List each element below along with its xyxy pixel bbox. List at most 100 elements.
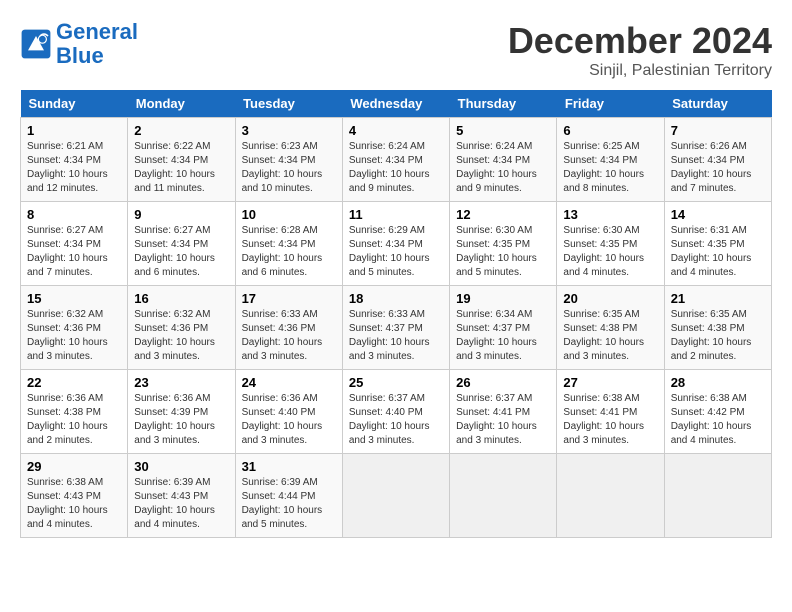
day-number: 3: [242, 123, 336, 138]
logo: General Blue: [20, 20, 138, 68]
calendar-cell: 13 Sunrise: 6:30 AMSunset: 4:35 PMDaylig…: [557, 202, 664, 286]
day-header-tuesday: Tuesday: [235, 90, 342, 118]
day-header-friday: Friday: [557, 90, 664, 118]
day-number: 26: [456, 375, 550, 390]
calendar-cell: 6 Sunrise: 6:25 AMSunset: 4:34 PMDayligh…: [557, 118, 664, 202]
calendar-cell: [342, 454, 449, 538]
calendar-cell: 22 Sunrise: 6:36 AMSunset: 4:38 PMDaylig…: [21, 370, 128, 454]
day-detail: Sunrise: 6:39 AMSunset: 4:43 PMDaylight:…: [134, 477, 215, 530]
day-number: 13: [563, 207, 657, 222]
day-number: 12: [456, 207, 550, 222]
day-number: 18: [349, 291, 443, 306]
day-detail: Sunrise: 6:37 AMSunset: 4:40 PMDaylight:…: [349, 393, 430, 446]
calendar-week-5: 29 Sunrise: 6:38 AMSunset: 4:43 PMDaylig…: [21, 454, 772, 538]
calendar-cell: 30 Sunrise: 6:39 AMSunset: 4:43 PMDaylig…: [128, 454, 235, 538]
day-detail: Sunrise: 6:28 AMSunset: 4:34 PMDaylight:…: [242, 225, 323, 278]
calendar-table: SundayMondayTuesdayWednesdayThursdayFrid…: [20, 90, 772, 538]
day-detail: Sunrise: 6:29 AMSunset: 4:34 PMDaylight:…: [349, 225, 430, 278]
logo-text: General Blue: [56, 20, 138, 68]
day-number: 22: [27, 375, 121, 390]
calendar-cell: 12 Sunrise: 6:30 AMSunset: 4:35 PMDaylig…: [450, 202, 557, 286]
day-detail: Sunrise: 6:35 AMSunset: 4:38 PMDaylight:…: [563, 309, 644, 362]
day-number: 25: [349, 375, 443, 390]
calendar-cell: 9 Sunrise: 6:27 AMSunset: 4:34 PMDayligh…: [128, 202, 235, 286]
day-number: 17: [242, 291, 336, 306]
calendar-cell: [557, 454, 664, 538]
day-detail: Sunrise: 6:33 AMSunset: 4:37 PMDaylight:…: [349, 309, 430, 362]
day-detail: Sunrise: 6:32 AMSunset: 4:36 PMDaylight:…: [134, 309, 215, 362]
page-header: General Blue December 2024 Sinjil, Pales…: [20, 20, 772, 80]
location-subtitle: Sinjil, Palestinian Territory: [508, 62, 772, 80]
calendar-week-2: 8 Sunrise: 6:27 AMSunset: 4:34 PMDayligh…: [21, 202, 772, 286]
calendar-cell: [450, 454, 557, 538]
day-detail: Sunrise: 6:38 AMSunset: 4:41 PMDaylight:…: [563, 393, 644, 446]
day-detail: Sunrise: 6:36 AMSunset: 4:39 PMDaylight:…: [134, 393, 215, 446]
day-detail: Sunrise: 6:38 AMSunset: 4:43 PMDaylight:…: [27, 477, 108, 530]
calendar-cell: 14 Sunrise: 6:31 AMSunset: 4:35 PMDaylig…: [664, 202, 771, 286]
calendar-cell: 7 Sunrise: 6:26 AMSunset: 4:34 PMDayligh…: [664, 118, 771, 202]
day-detail: Sunrise: 6:35 AMSunset: 4:38 PMDaylight:…: [671, 309, 752, 362]
day-detail: Sunrise: 6:24 AMSunset: 4:34 PMDaylight:…: [349, 141, 430, 194]
calendar-cell: 1 Sunrise: 6:21 AMSunset: 4:34 PMDayligh…: [21, 118, 128, 202]
day-detail: Sunrise: 6:38 AMSunset: 4:42 PMDaylight:…: [671, 393, 752, 446]
day-number: 5: [456, 123, 550, 138]
calendar-cell: 3 Sunrise: 6:23 AMSunset: 4:34 PMDayligh…: [235, 118, 342, 202]
calendar-cell: 25 Sunrise: 6:37 AMSunset: 4:40 PMDaylig…: [342, 370, 449, 454]
day-number: 27: [563, 375, 657, 390]
day-header-thursday: Thursday: [450, 90, 557, 118]
day-detail: Sunrise: 6:36 AMSunset: 4:40 PMDaylight:…: [242, 393, 323, 446]
day-header-sunday: Sunday: [21, 90, 128, 118]
calendar-header-row: SundayMondayTuesdayWednesdayThursdayFrid…: [21, 90, 772, 118]
day-detail: Sunrise: 6:34 AMSunset: 4:37 PMDaylight:…: [456, 309, 537, 362]
calendar-cell: 10 Sunrise: 6:28 AMSunset: 4:34 PMDaylig…: [235, 202, 342, 286]
day-detail: Sunrise: 6:30 AMSunset: 4:35 PMDaylight:…: [563, 225, 644, 278]
day-header-saturday: Saturday: [664, 90, 771, 118]
day-detail: Sunrise: 6:27 AMSunset: 4:34 PMDaylight:…: [27, 225, 108, 278]
day-detail: Sunrise: 6:22 AMSunset: 4:34 PMDaylight:…: [134, 141, 215, 194]
day-number: 21: [671, 291, 765, 306]
calendar-cell: 8 Sunrise: 6:27 AMSunset: 4:34 PMDayligh…: [21, 202, 128, 286]
day-number: 24: [242, 375, 336, 390]
day-number: 16: [134, 291, 228, 306]
day-detail: Sunrise: 6:26 AMSunset: 4:34 PMDaylight:…: [671, 141, 752, 194]
title-block: December 2024 Sinjil, Palestinian Territ…: [508, 20, 772, 80]
calendar-cell: 19 Sunrise: 6:34 AMSunset: 4:37 PMDaylig…: [450, 286, 557, 370]
day-detail: Sunrise: 6:33 AMSunset: 4:36 PMDaylight:…: [242, 309, 323, 362]
day-number: 28: [671, 375, 765, 390]
day-number: 29: [27, 459, 121, 474]
calendar-cell: 4 Sunrise: 6:24 AMSunset: 4:34 PMDayligh…: [342, 118, 449, 202]
day-number: 20: [563, 291, 657, 306]
day-detail: Sunrise: 6:21 AMSunset: 4:34 PMDaylight:…: [27, 141, 108, 194]
day-detail: Sunrise: 6:24 AMSunset: 4:34 PMDaylight:…: [456, 141, 537, 194]
day-detail: Sunrise: 6:37 AMSunset: 4:41 PMDaylight:…: [456, 393, 537, 446]
calendar-cell: 15 Sunrise: 6:32 AMSunset: 4:36 PMDaylig…: [21, 286, 128, 370]
calendar-cell: 18 Sunrise: 6:33 AMSunset: 4:37 PMDaylig…: [342, 286, 449, 370]
logo-icon: [20, 28, 52, 60]
calendar-cell: 24 Sunrise: 6:36 AMSunset: 4:40 PMDaylig…: [235, 370, 342, 454]
day-number: 31: [242, 459, 336, 474]
calendar-week-3: 15 Sunrise: 6:32 AMSunset: 4:36 PMDaylig…: [21, 286, 772, 370]
day-header-wednesday: Wednesday: [342, 90, 449, 118]
calendar-cell: 16 Sunrise: 6:32 AMSunset: 4:36 PMDaylig…: [128, 286, 235, 370]
calendar-cell: 21 Sunrise: 6:35 AMSunset: 4:38 PMDaylig…: [664, 286, 771, 370]
calendar-cell: 26 Sunrise: 6:37 AMSunset: 4:41 PMDaylig…: [450, 370, 557, 454]
calendar-cell: 27 Sunrise: 6:38 AMSunset: 4:41 PMDaylig…: [557, 370, 664, 454]
day-number: 30: [134, 459, 228, 474]
calendar-cell: 5 Sunrise: 6:24 AMSunset: 4:34 PMDayligh…: [450, 118, 557, 202]
day-number: 6: [563, 123, 657, 138]
day-number: 10: [242, 207, 336, 222]
day-number: 11: [349, 207, 443, 222]
day-number: 14: [671, 207, 765, 222]
calendar-cell: 31 Sunrise: 6:39 AMSunset: 4:44 PMDaylig…: [235, 454, 342, 538]
day-number: 1: [27, 123, 121, 138]
day-number: 8: [27, 207, 121, 222]
day-number: 2: [134, 123, 228, 138]
calendar-cell: 29 Sunrise: 6:38 AMSunset: 4:43 PMDaylig…: [21, 454, 128, 538]
calendar-cell: 2 Sunrise: 6:22 AMSunset: 4:34 PMDayligh…: [128, 118, 235, 202]
day-detail: Sunrise: 6:23 AMSunset: 4:34 PMDaylight:…: [242, 141, 323, 194]
day-number: 9: [134, 207, 228, 222]
day-number: 19: [456, 291, 550, 306]
day-detail: Sunrise: 6:39 AMSunset: 4:44 PMDaylight:…: [242, 477, 323, 530]
day-detail: Sunrise: 6:31 AMSunset: 4:35 PMDaylight:…: [671, 225, 752, 278]
day-header-monday: Monday: [128, 90, 235, 118]
